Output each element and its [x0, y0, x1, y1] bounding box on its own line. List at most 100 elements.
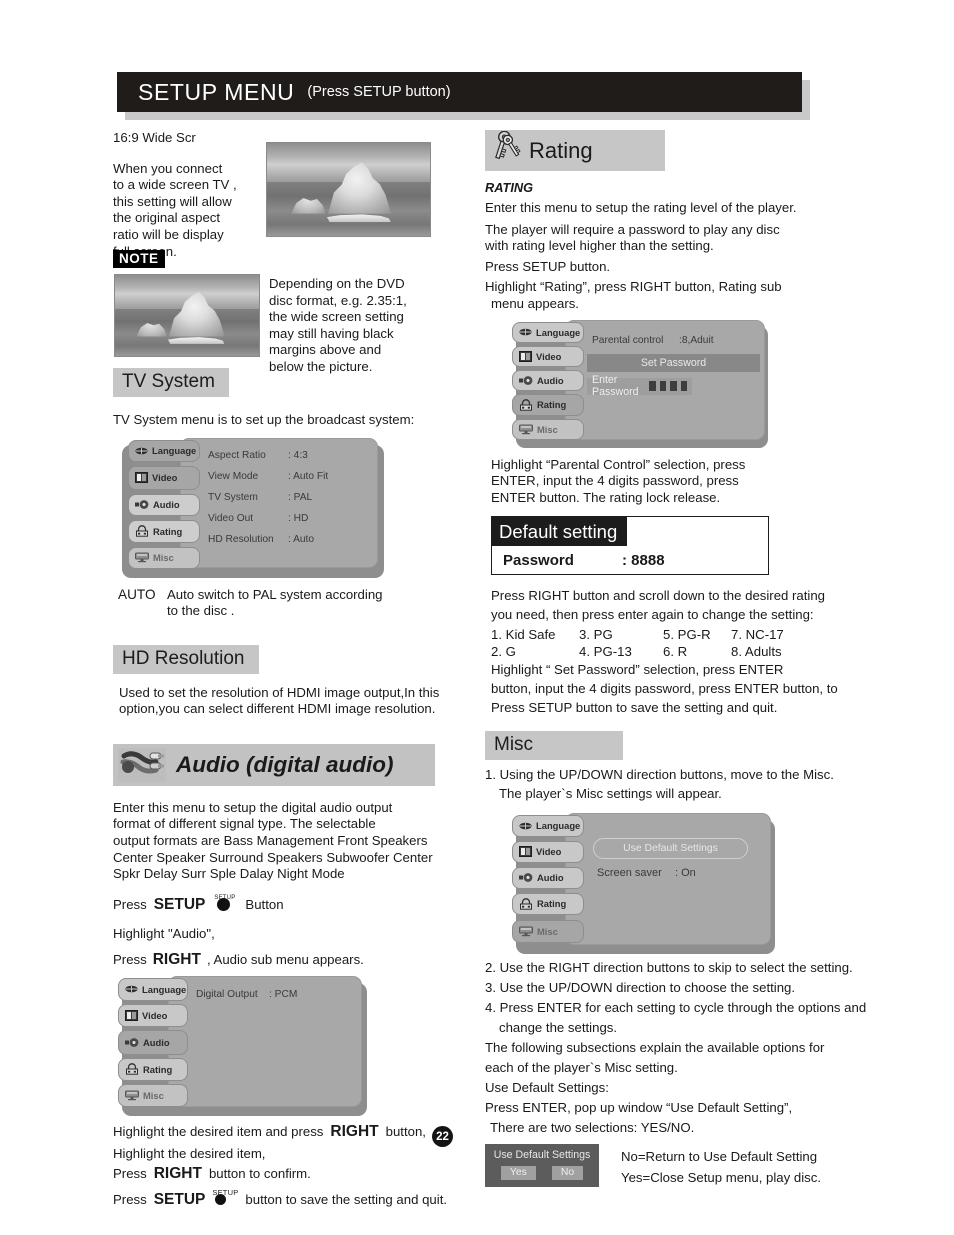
setup-button-icon[interactable]: SETUP	[212, 895, 238, 914]
osd-row-label: TV System	[208, 491, 258, 503]
setup-button-icon[interactable]: SETUP	[212, 1187, 238, 1205]
footer-text: button to save the setting and quit.	[245, 1191, 448, 1207]
popup-desc-line: No=Return to Use Default Setting	[621, 1148, 818, 1164]
misc-monitor-icon	[519, 424, 533, 435]
tv-system-section: TV System TV System menu is to set up th…	[113, 368, 458, 623]
audio-header-label: Audio (digital audio)	[176, 751, 394, 777]
rating-after-line: ENTER button. The rating lock release.	[491, 489, 721, 505]
hd-resolution-body: Used to set the resolution of HDMI image…	[119, 684, 440, 717]
enter-password-field[interactable]: Enter Password	[587, 374, 692, 398]
tv-system-osd-mock: Language Video Audio Rating Misc Aspect …	[113, 437, 458, 578]
misc-osd-mock: Language Video Audio Rating Misc Use Def…	[507, 812, 885, 954]
press-right-line: Press RIGHT , Audio sub menu appears.	[113, 952, 458, 969]
rating-level: 4. PG-13	[579, 644, 632, 660]
audio-icon	[519, 872, 533, 883]
audio-icon	[125, 1037, 139, 1048]
osd-tab-label: Language	[152, 445, 197, 457]
osd-tab-rating[interactable]: Rating	[512, 892, 584, 915]
press-right-bold: RIGHT	[152, 951, 201, 969]
osd-tab-label: Language	[536, 820, 581, 832]
osd-tab-language[interactable]: Language	[512, 321, 584, 343]
right-column: Rating RATING Enter this menu to setup t…	[485, 130, 885, 1188]
misc-body-line: Use Default Settings:	[485, 1079, 609, 1095]
misc-step: 2. Use the RIGHT direction buttons to sk…	[485, 959, 853, 975]
osd-tab-audio[interactable]: Audio	[118, 1029, 188, 1055]
audio-footer-line: Highlight the desired item,	[113, 1145, 266, 1161]
setup-button-dot	[215, 1193, 227, 1205]
auto-desc: Auto switch to PAL system according to t…	[167, 586, 383, 619]
audio-cable-icon	[118, 747, 166, 782]
popup-buttons: Yes No	[485, 1165, 599, 1180]
popup-no-button[interactable]: No	[551, 1165, 584, 1180]
osd-row-value: : HD	[288, 512, 309, 524]
language-icon	[125, 985, 138, 993]
audio-footer-line: Press RIGHT button to confirm.	[113, 1166, 458, 1183]
misc-body-line: Press ENTER, pop up window “Use Default …	[485, 1099, 793, 1115]
rating-level: 8. Adults	[731, 644, 782, 660]
footer-text: button to confirm.	[208, 1166, 311, 1182]
rating-lock-icon	[135, 525, 149, 537]
osd-tab-misc[interactable]: Misc	[128, 546, 200, 569]
set-password-button[interactable]: Set Password	[587, 353, 760, 372]
rating-lock-icon	[519, 897, 533, 910]
use-default-popup-row: Use Default Settings Yes No No=Return to…	[485, 1143, 885, 1188]
rating-lock-icon	[125, 1063, 139, 1076]
osd-tab-language[interactable]: Language	[118, 977, 188, 1001]
password-digit-box	[680, 381, 688, 392]
osd-tab-language[interactable]: Language	[128, 439, 200, 462]
osd-tab-audio[interactable]: Audio	[512, 369, 584, 391]
page-title-bar: SETUP MENU (Press SETUP button)	[117, 72, 810, 120]
rating-after-line: ENTER, input the 4 digits password, pres…	[491, 473, 739, 489]
osd-tab-label: Video	[536, 350, 562, 362]
footer-text: Highlight the desired item and press	[113, 1123, 324, 1139]
keys-icon	[491, 130, 521, 170]
osd-tab-label: Rating	[143, 1063, 173, 1075]
osd-tab-label: Misc	[153, 552, 174, 564]
screen-saver-label: Screen saver	[597, 866, 662, 879]
osd-tab-video[interactable]: Video	[512, 345, 584, 367]
osd-tab-audio[interactable]: Audio	[512, 866, 584, 889]
default-setting-box: Default setting Password : 8888	[491, 516, 769, 576]
rating-body-line: The player will require a password to pl…	[485, 221, 780, 237]
footer-bold: SETUP	[153, 1190, 206, 1208]
rating-body-line: with rating level higher than the settin…	[485, 238, 714, 254]
osd-tab-language[interactable]: Language	[512, 814, 584, 837]
osd-tab-label: Misc	[143, 1089, 164, 1101]
audio-footer-line: Highlight the desired item and press RIG…	[113, 1123, 458, 1141]
rating-levels-list: 1. Kid Safe 3. PG 5. PG-R 7. NC-17 2. G …	[485, 626, 885, 660]
rating-header-label: Rating	[529, 137, 593, 163]
popup-title: Use Default Settings	[493, 1148, 591, 1161]
misc-step: 4. Press ENTER for each setting to cycle…	[485, 999, 867, 1015]
default-setting-title-row: Default setting	[492, 517, 768, 547]
default-setting-title: Default setting	[492, 517, 628, 547]
osd-tab-rating[interactable]: Rating	[512, 393, 584, 416]
osd-tab-rating[interactable]: Rating	[118, 1057, 188, 1081]
misc-section: Misc 1. Using the UP/DOWN direction butt…	[485, 731, 885, 1187]
misc-monitor-icon	[135, 552, 149, 563]
rating-level: 5. PG-R	[663, 627, 711, 643]
osd-tab-misc[interactable]: Misc	[118, 1083, 188, 1107]
osd-tab-label: Rating	[537, 399, 567, 411]
page-number: 22	[432, 1126, 453, 1147]
osd-tab-rating[interactable]: Rating	[128, 519, 200, 543]
rating-level: 7. NC-17	[731, 627, 784, 643]
rating-level: 1. Kid Safe	[491, 627, 556, 643]
osd-tab-label: Audio	[143, 1036, 170, 1048]
language-icon	[519, 328, 532, 336]
osd-tab-video[interactable]: Video	[512, 840, 584, 863]
video-icon	[519, 846, 532, 858]
osd-tab-label: Language	[142, 983, 187, 995]
osd-tab-video[interactable]: Video	[128, 465, 200, 490]
osd-tab-misc[interactable]: Misc	[512, 418, 584, 440]
osd-tab-video[interactable]: Video	[118, 1003, 188, 1027]
rating-header: Rating	[485, 130, 665, 171]
osd-tab-misc[interactable]: Misc	[512, 919, 584, 943]
popup-yes-button[interactable]: Yes	[500, 1165, 536, 1180]
rating-after-line: Highlight “Parental Control” selection, …	[491, 456, 746, 472]
press-right-pre: Press	[113, 952, 147, 968]
osd-tab-audio[interactable]: Audio	[128, 493, 200, 516]
footer-bold: RIGHT	[153, 1165, 202, 1183]
use-default-settings-button[interactable]: Use Default Settings	[593, 837, 748, 859]
press-setup-post: Button	[245, 896, 284, 912]
misc-body-line: each of the player`s Misc setting.	[485, 1059, 678, 1075]
